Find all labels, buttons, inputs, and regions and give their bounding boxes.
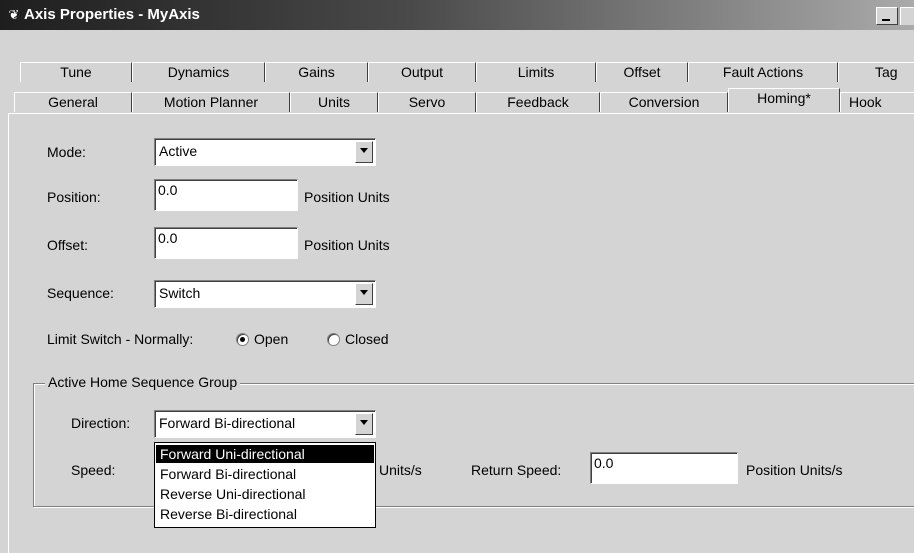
tab-tune[interactable]: Tune [20, 62, 132, 82]
direction-dropdown-button[interactable] [355, 413, 373, 435]
tab-gains[interactable]: Gains [265, 62, 368, 82]
position-label: Position: [47, 189, 101, 205]
radio-selected-dot [240, 337, 245, 342]
radio-closed[interactable] [327, 333, 340, 346]
position-units-label: Position Units [304, 189, 390, 205]
tab-output[interactable]: Output [368, 62, 476, 82]
tab-units[interactable]: Units [290, 92, 378, 112]
chevron-down-icon [360, 148, 368, 153]
chevron-down-icon [360, 420, 368, 425]
maximize-button[interactable] [900, 7, 914, 25]
tab-limits[interactable]: Limits [476, 62, 596, 82]
direction-combobox[interactable]: Forward Bi-directional [154, 410, 376, 438]
group-title: Active Home Sequence Group [45, 373, 241, 391]
speed-units-label: Units/s [379, 462, 422, 478]
axis-icon: ❦ [8, 7, 20, 22]
tab-servo[interactable]: Servo [378, 92, 476, 112]
sequence-label: Sequence: [47, 285, 114, 301]
direction-label: Direction: [71, 415, 131, 431]
direction-value: Forward Bi-directional [159, 415, 296, 431]
minimize-button[interactable] [876, 7, 898, 25]
chevron-down-icon [360, 290, 368, 295]
radio-open[interactable] [236, 333, 249, 346]
radio-closed-label[interactable]: Closed [345, 330, 389, 348]
position-input[interactable]: 0.0 [154, 179, 298, 211]
dropdown-option-forward-uni[interactable]: Forward Uni-directional [156, 445, 374, 463]
limit-switch-label: Limit Switch - Normally: [47, 331, 194, 347]
sequence-combobox[interactable]: Switch [154, 280, 376, 308]
tab-hook[interactable]: Hook [840, 92, 914, 112]
tab-homing[interactable]: Homing* [728, 88, 840, 112]
direction-dropdown-list: Forward Uni-directional Forward Bi-direc… [154, 442, 376, 528]
tab-motion-planner[interactable]: Motion Planner [132, 92, 290, 112]
tab-conversion[interactable]: Conversion [600, 92, 728, 112]
mode-label: Mode: [47, 144, 86, 160]
speed-label: Speed: [71, 462, 116, 478]
return-speed-input[interactable]: 0.0 [590, 452, 738, 484]
tab-fault-actions[interactable]: Fault Actions [688, 62, 838, 82]
return-speed-label: Return Speed: [471, 462, 562, 478]
tab-tag[interactable]: Tag [838, 62, 914, 82]
tab-offset[interactable]: Offset [596, 62, 688, 82]
tab-dynamics[interactable]: Dynamics [132, 62, 265, 82]
offset-input[interactable]: 0.0 [154, 227, 298, 259]
offset-label: Offset: [47, 237, 88, 253]
mode-value: Active [159, 143, 198, 159]
offset-units-label: Position Units [304, 237, 390, 253]
return-speed-units-label: Position Units/s [746, 462, 843, 478]
tab-feedback[interactable]: Feedback [476, 92, 600, 112]
tab-general[interactable]: General [14, 92, 132, 112]
radio-open-label[interactable]: Open [254, 330, 288, 348]
sequence-dropdown-button[interactable] [355, 283, 373, 305]
window-title: Axis Properties - MyAxis [24, 6, 200, 23]
dropdown-option-reverse-uni[interactable]: Reverse Uni-directional [156, 485, 374, 503]
dropdown-option-reverse-bi[interactable]: Reverse Bi-directional [156, 505, 374, 523]
dropdown-option-forward-bi[interactable]: Forward Bi-directional [156, 465, 374, 483]
mode-combobox[interactable]: Active [154, 138, 376, 166]
sequence-value: Switch [159, 285, 201, 301]
mode-dropdown-button[interactable] [355, 141, 373, 163]
